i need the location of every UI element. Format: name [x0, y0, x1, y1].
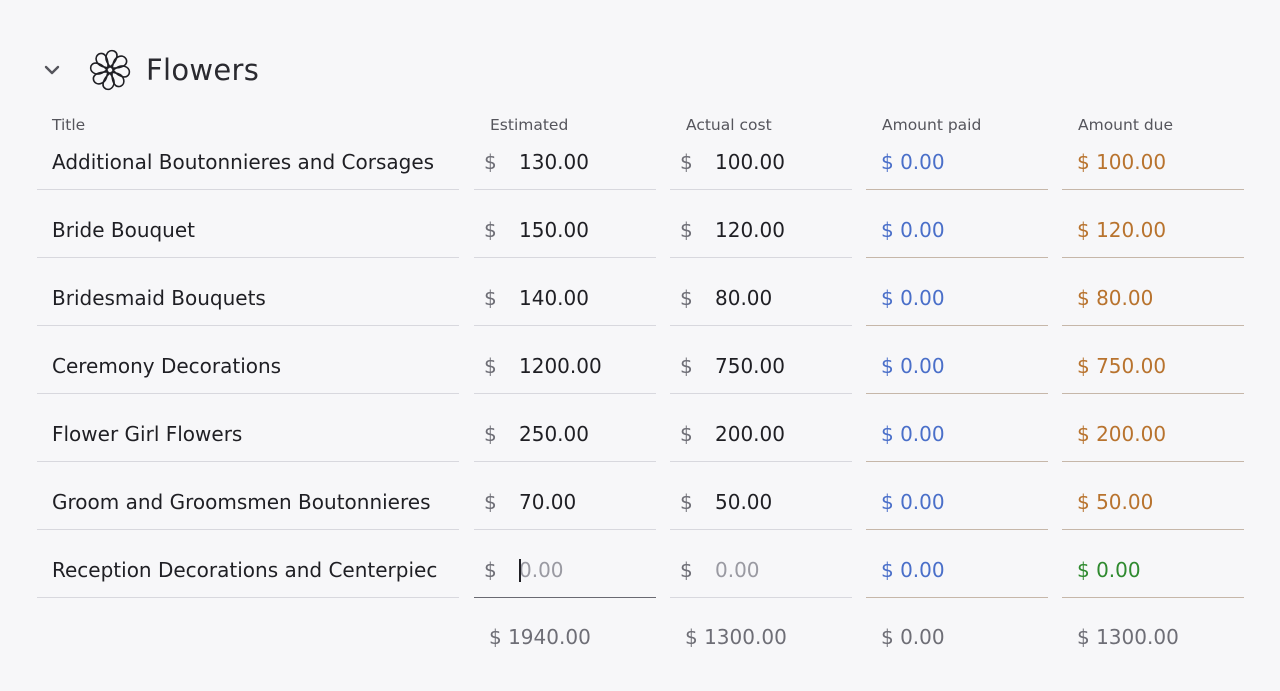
amount-due-cell: $ 80.00: [1062, 270, 1244, 326]
chevron-down-icon[interactable]: [40, 58, 64, 82]
amount-due-value: $ 100.00: [1077, 149, 1167, 174]
actual-cost-value: 120.00: [715, 217, 785, 242]
dollar-sign: $: [484, 489, 497, 514]
estimated-placeholder: 0.00: [519, 557, 564, 582]
estimated-field[interactable]: $ 150.00: [474, 202, 656, 258]
amount-paid-value: $ 0.00: [881, 421, 945, 446]
actual-cost-field[interactable]: $ 0.00: [670, 542, 852, 598]
amount-paid-value: $ 0.00: [881, 557, 945, 582]
column-header-actual-cost: Actual cost: [686, 116, 772, 134]
actual-cost-placeholder: 0.00: [715, 557, 760, 582]
dollar-sign: $: [680, 285, 693, 310]
amount-due-cell: $ 120.00: [1062, 202, 1244, 258]
estimated-value: 130.00: [519, 149, 589, 174]
total-actual-cost: $ 1300.00: [685, 625, 787, 649]
title-field[interactable]: Additional Boutonnieres and Corsages: [37, 134, 459, 190]
dollar-sign: $: [680, 217, 693, 242]
table-row: Groom and Groomsmen Boutonnieres $ 70.00…: [0, 474, 1280, 542]
amount-due-value: $ 200.00: [1077, 421, 1167, 446]
text-caret: [519, 559, 521, 582]
title-field[interactable]: Groom and Groomsmen Boutonnieres: [37, 474, 459, 530]
amount-due-cell: $ 100.00: [1062, 134, 1244, 190]
dollar-sign: $: [484, 353, 497, 378]
total-estimated: $ 1940.00: [489, 625, 591, 649]
amount-due-value: $ 0.00: [1077, 557, 1141, 582]
actual-cost-value: 100.00: [715, 149, 785, 174]
total-amount-due: $ 1300.00: [1077, 625, 1179, 649]
amount-due-cell: $ 750.00: [1062, 338, 1244, 394]
dollar-sign: $: [484, 557, 497, 582]
table-row: Additional Boutonnieres and Corsages $ 1…: [0, 134, 1280, 202]
dollar-sign: $: [484, 421, 497, 446]
amount-paid-cell: $ 0.00: [866, 338, 1048, 394]
dollar-sign: $: [484, 285, 497, 310]
table-row: Reception Decorations and Centerpiec $ 0…: [0, 542, 1280, 610]
column-header-amount-due: Amount due: [1078, 116, 1174, 134]
table-row: Bride Bouquet $ 150.00 $ 120.00 $ 0.00 $…: [0, 202, 1280, 270]
amount-due-value: $ 80.00: [1077, 285, 1154, 310]
table-row: Bridesmaid Bouquets $ 140.00 $ 80.00 $ 0…: [0, 270, 1280, 338]
dollar-sign: $: [484, 217, 497, 242]
title-field[interactable]: Bride Bouquet: [37, 202, 459, 258]
section-header: Flowers: [40, 44, 259, 96]
amount-paid-cell: $ 0.00: [866, 270, 1048, 326]
actual-cost-value: 750.00: [715, 353, 785, 378]
estimated-value: 140.00: [519, 285, 589, 310]
dollar-sign: $: [680, 489, 693, 514]
actual-cost-field[interactable]: $ 80.00: [670, 270, 852, 326]
table-row: Ceremony Decorations $ 1200.00 $ 750.00 …: [0, 338, 1280, 406]
amount-paid-value: $ 0.00: [881, 353, 945, 378]
estimated-value: 250.00: [519, 421, 589, 446]
estimated-field[interactable]: $ 250.00: [474, 406, 656, 462]
amount-paid-value: $ 0.00: [881, 217, 945, 242]
actual-cost-value: 80.00: [715, 285, 773, 310]
amount-paid-value: $ 0.00: [881, 489, 945, 514]
title-field[interactable]: Ceremony Decorations: [37, 338, 459, 394]
total-amount-paid: $ 0.00: [881, 625, 945, 649]
dollar-sign: $: [680, 353, 693, 378]
table-row: Flower Girl Flowers $ 250.00 $ 200.00 $ …: [0, 406, 1280, 474]
title-field[interactable]: Flower Girl Flowers: [37, 406, 459, 462]
amount-due-value: $ 750.00: [1077, 353, 1167, 378]
estimated-value: 1200.00: [519, 353, 602, 378]
dollar-sign: $: [680, 149, 693, 174]
flower-icon: [89, 49, 131, 91]
dollar-sign: $: [680, 557, 693, 582]
amount-paid-cell: $ 0.00: [866, 134, 1048, 190]
estimated-value: 70.00: [519, 489, 577, 514]
amount-due-value: $ 50.00: [1077, 489, 1154, 514]
actual-cost-field[interactable]: $ 100.00: [670, 134, 852, 190]
amount-paid-cell: $ 0.00: [866, 542, 1048, 598]
actual-cost-value: 200.00: [715, 421, 785, 446]
actual-cost-field[interactable]: $ 200.00: [670, 406, 852, 462]
estimated-value: 150.00: [519, 217, 589, 242]
dollar-sign: $: [680, 421, 693, 446]
amount-due-cell: $ 200.00: [1062, 406, 1244, 462]
column-header-amount-paid: Amount paid: [882, 116, 982, 134]
amount-paid-cell: $ 0.00: [866, 406, 1048, 462]
amount-paid-cell: $ 0.00: [866, 474, 1048, 530]
amount-paid-value: $ 0.00: [881, 149, 945, 174]
dollar-sign: $: [484, 149, 497, 174]
estimated-field[interactable]: $ 1200.00: [474, 338, 656, 394]
amount-due-cell: $ 50.00: [1062, 474, 1244, 530]
section-title: Flowers: [146, 53, 260, 87]
actual-cost-field[interactable]: $ 50.00: [670, 474, 852, 530]
actual-cost-field[interactable]: $ 120.00: [670, 202, 852, 258]
amount-due-cell: $ 0.00: [1062, 542, 1244, 598]
estimated-field[interactable]: $ 140.00: [474, 270, 656, 326]
title-field[interactable]: Reception Decorations and Centerpiec: [37, 542, 459, 598]
column-header-estimated: Estimated: [490, 116, 569, 134]
amount-paid-cell: $ 0.00: [866, 202, 1048, 258]
amount-due-value: $ 120.00: [1077, 217, 1167, 242]
column-header-title: Title: [52, 116, 86, 134]
estimated-field[interactable]: $ 70.00: [474, 474, 656, 530]
amount-paid-value: $ 0.00: [881, 285, 945, 310]
estimated-field[interactable]: $ 0.00: [474, 542, 656, 598]
actual-cost-field[interactable]: $ 750.00: [670, 338, 852, 394]
actual-cost-value: 50.00: [715, 489, 773, 514]
estimated-field[interactable]: $ 130.00: [474, 134, 656, 190]
title-field[interactable]: Bridesmaid Bouquets: [37, 270, 459, 326]
